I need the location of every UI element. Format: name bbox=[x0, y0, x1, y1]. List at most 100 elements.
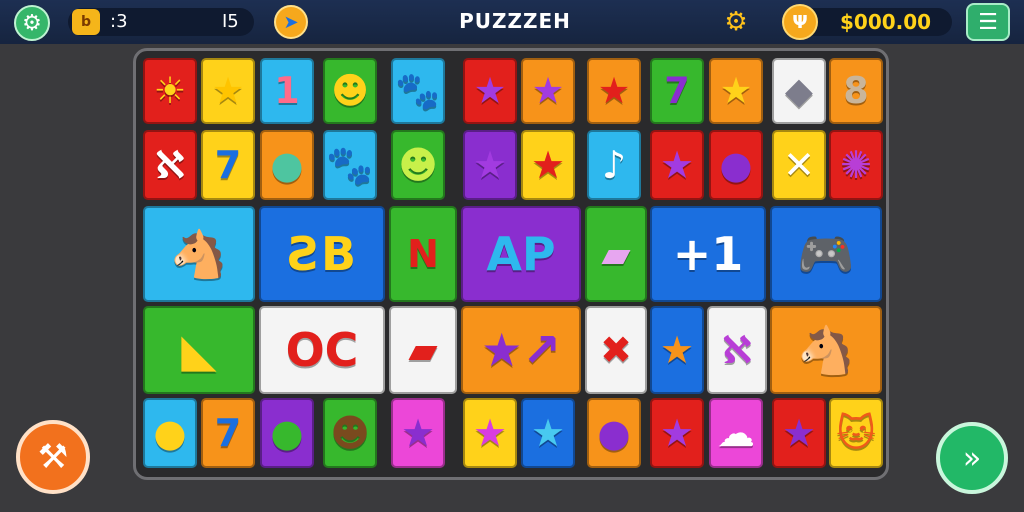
hammer-icon: ⚒ bbox=[37, 437, 69, 477]
tile-number-seven[interactable]: 7 bbox=[201, 398, 255, 468]
tile-letter-ap[interactable]: AP bbox=[461, 206, 581, 302]
next-button[interactable]: » bbox=[936, 422, 1008, 494]
tile-plus-one[interactable]: +1 bbox=[650, 206, 766, 302]
tile-flower[interactable]: ✺ bbox=[829, 130, 883, 200]
tile-owl[interactable]: ☻ bbox=[323, 398, 377, 468]
tile-cross[interactable]: ✖ bbox=[585, 306, 647, 394]
coin-amount: $000.00 bbox=[840, 10, 932, 34]
ribbon-icon: ℵ bbox=[154, 143, 186, 187]
tile-bone[interactable]: 8 bbox=[829, 58, 883, 124]
tile-drumstick[interactable]: ● bbox=[709, 130, 763, 200]
star-arrow-icon: ★↗ bbox=[481, 323, 561, 377]
number-seven-icon: 7 bbox=[664, 68, 690, 112]
drumstick-icon: ● bbox=[719, 143, 753, 187]
tile-eraser[interactable]: ▰ bbox=[585, 206, 647, 302]
hint-button[interactable]: ➤ bbox=[274, 5, 308, 39]
letter-ap-icon: AP bbox=[486, 227, 556, 281]
tile-number-seven[interactable]: 7 bbox=[201, 130, 255, 200]
tile-letter-oc[interactable]: OC bbox=[259, 306, 385, 394]
tile-star[interactable]: ★ bbox=[709, 58, 763, 124]
star-icon: ★ bbox=[472, 143, 508, 187]
tile-star[interactable]: ★ bbox=[521, 130, 575, 200]
plus-one-icon: +1 bbox=[672, 227, 744, 281]
sun-gear-icon: ⚙ bbox=[724, 7, 748, 37]
tile-cross[interactable]: ✕ bbox=[772, 130, 826, 200]
ghost-icon: ☁ bbox=[717, 411, 755, 455]
letter-oc-icon: OC bbox=[285, 323, 359, 377]
star-icon: ★ bbox=[400, 411, 436, 455]
tile-sun-creature[interactable]: ☀ bbox=[143, 58, 197, 124]
pegasus-icon: 🐴 bbox=[170, 227, 228, 281]
tile-star[interactable]: ★ bbox=[650, 398, 704, 468]
star-icon: ★ bbox=[530, 411, 566, 455]
tile-heart-ribbon[interactable]: ℵ bbox=[707, 306, 767, 394]
tile-bunny[interactable]: ☻ bbox=[391, 130, 445, 200]
tile-gadget[interactable]: ◆ bbox=[772, 58, 826, 124]
gamepad-icon: 🎮 bbox=[797, 227, 855, 281]
tile-star[interactable]: ★ bbox=[463, 58, 517, 124]
pegasus-icon: 🐴 bbox=[797, 323, 855, 377]
music-note-icon: ♪ bbox=[601, 143, 627, 187]
tile-star[interactable]: ★ bbox=[521, 398, 575, 468]
star-icon: ★ bbox=[719, 68, 753, 112]
game-title: PUZZZEH bbox=[459, 9, 571, 33]
tile-music-note[interactable]: ♪ bbox=[587, 130, 641, 200]
star-icon: ★ bbox=[211, 68, 245, 112]
letter-b-icon: ƧB bbox=[287, 227, 357, 281]
tile-letter-b[interactable]: ƧB bbox=[259, 206, 385, 302]
tile-star[interactable]: ★ bbox=[201, 58, 255, 124]
hammer-button[interactable]: ⚒ bbox=[16, 420, 90, 494]
star-icon: ★ bbox=[530, 143, 566, 187]
tile-dinosaur[interactable]: ◣ bbox=[143, 306, 255, 394]
coin-icon: Ψ bbox=[782, 4, 818, 40]
tile-star[interactable]: ★ bbox=[772, 398, 826, 468]
menu-button[interactable]: ☰ bbox=[966, 3, 1010, 41]
bone-icon: 8 bbox=[843, 68, 869, 112]
gem-count: :3 bbox=[110, 11, 128, 32]
tile-ribbon[interactable]: ℵ bbox=[143, 130, 197, 200]
tile-otter[interactable]: 🐾 bbox=[323, 130, 377, 200]
pill-icon: ▰ bbox=[408, 328, 438, 372]
tile-gamepad[interactable]: 🎮 bbox=[770, 206, 882, 302]
tile-pegasus[interactable]: 🐴 bbox=[770, 306, 882, 394]
heart-ribbon-icon: ℵ bbox=[721, 328, 753, 372]
tile-frog[interactable]: ☻ bbox=[323, 58, 377, 124]
tile-star[interactable]: ★ bbox=[463, 398, 517, 468]
star-icon: ★ bbox=[473, 68, 507, 112]
tile-star[interactable]: ★ bbox=[650, 130, 704, 200]
tile-ghost[interactable]: ☁ bbox=[709, 398, 763, 468]
settings-button[interactable]: ⚙ bbox=[14, 5, 50, 41]
tile-star[interactable]: ★ bbox=[521, 58, 575, 124]
tile-creature[interactable]: 🐾 bbox=[391, 58, 445, 124]
tile-star[interactable]: ★ bbox=[391, 398, 445, 468]
tile-drumstick[interactable]: ● bbox=[587, 398, 641, 468]
star-icon: ★ bbox=[781, 411, 817, 455]
tile-number-seven[interactable]: 7 bbox=[650, 58, 704, 124]
star-icon: ★ bbox=[472, 411, 508, 455]
creature-icon: 🐾 bbox=[395, 68, 441, 112]
number-seven-icon: 7 bbox=[214, 411, 242, 455]
sun-creature-icon: ☀ bbox=[153, 68, 187, 112]
tile-racket[interactable]: ● bbox=[143, 398, 197, 468]
flower-icon: ✺ bbox=[840, 143, 872, 187]
star-icon: ★ bbox=[597, 68, 631, 112]
tile-number-one[interactable]: 1 bbox=[260, 58, 314, 124]
otter-icon: 🐾 bbox=[326, 143, 374, 187]
tile-cat[interactable]: 🐱 bbox=[829, 398, 883, 468]
tile-pill[interactable]: ▰ bbox=[389, 306, 457, 394]
tile-letter-n[interactable]: N bbox=[389, 206, 457, 302]
tile-star-arrow[interactable]: ★↗ bbox=[461, 306, 581, 394]
tile-paddle[interactable]: ● bbox=[260, 398, 314, 468]
sun-button[interactable]: ⚙ bbox=[720, 6, 752, 38]
bunny-icon: ☻ bbox=[398, 143, 438, 187]
arrow-icon: ➤ bbox=[283, 11, 299, 33]
number-seven-icon: 7 bbox=[214, 143, 242, 187]
star-icon: ★ bbox=[531, 68, 565, 112]
tile-paddle[interactable]: ● bbox=[260, 130, 314, 200]
tile-star[interactable]: ★ bbox=[587, 58, 641, 124]
tile-star[interactable]: ★ bbox=[463, 130, 517, 200]
tile-pegasus[interactable]: 🐴 bbox=[143, 206, 255, 302]
moves-count: I5 bbox=[222, 11, 239, 32]
drumstick-icon: ● bbox=[597, 411, 631, 455]
tile-star[interactable]: ★ bbox=[650, 306, 704, 394]
